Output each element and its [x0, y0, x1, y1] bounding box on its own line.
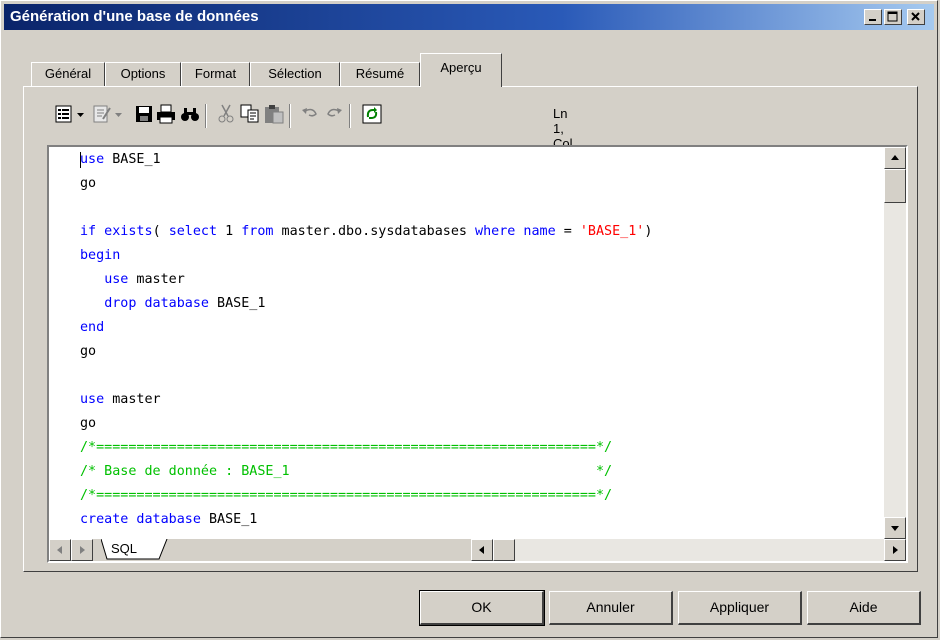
tab-apercu[interactable]: Aperçu — [420, 53, 502, 87]
tab-resume[interactable]: Résumé — [340, 62, 420, 86]
tab-label: Général — [44, 66, 92, 81]
cancel-button[interactable]: Annuler — [549, 591, 673, 625]
window-title: Génération d'une base de données — [10, 8, 259, 25]
help-label: Aide — [849, 599, 878, 615]
dialog-window: Génération d'une base de données Général… — [0, 0, 938, 638]
tab-general[interactable]: Général — [31, 62, 105, 86]
minimize-button[interactable] — [864, 9, 882, 25]
tab-label: Options — [120, 66, 166, 81]
tab-label: Aperçu — [440, 60, 482, 75]
close-button[interactable] — [907, 9, 925, 25]
close-icon — [911, 12, 920, 21]
tab-label: Sélection — [268, 66, 322, 81]
minimize-icon — [869, 19, 876, 21]
tab-label: Résumé — [355, 66, 405, 81]
apply-label: Appliquer — [709, 599, 770, 615]
help-button[interactable]: Aide — [807, 591, 921, 625]
apply-button[interactable]: Appliquer — [678, 591, 802, 625]
maximize-button[interactable] — [884, 9, 902, 25]
tab-panel — [23, 86, 918, 572]
cancel-label: Annuler — [586, 599, 635, 615]
ok-label: OK — [471, 599, 492, 615]
title-bar[interactable]: Génération d'une base de données — [4, 4, 934, 30]
tab-selection[interactable]: Sélection — [250, 62, 340, 86]
maximize-icon — [887, 11, 898, 22]
tab-format[interactable]: Format — [181, 62, 250, 86]
tab-options[interactable]: Options — [105, 62, 181, 86]
tab-label: Format — [194, 66, 237, 81]
ok-button[interactable]: OK — [419, 590, 545, 626]
